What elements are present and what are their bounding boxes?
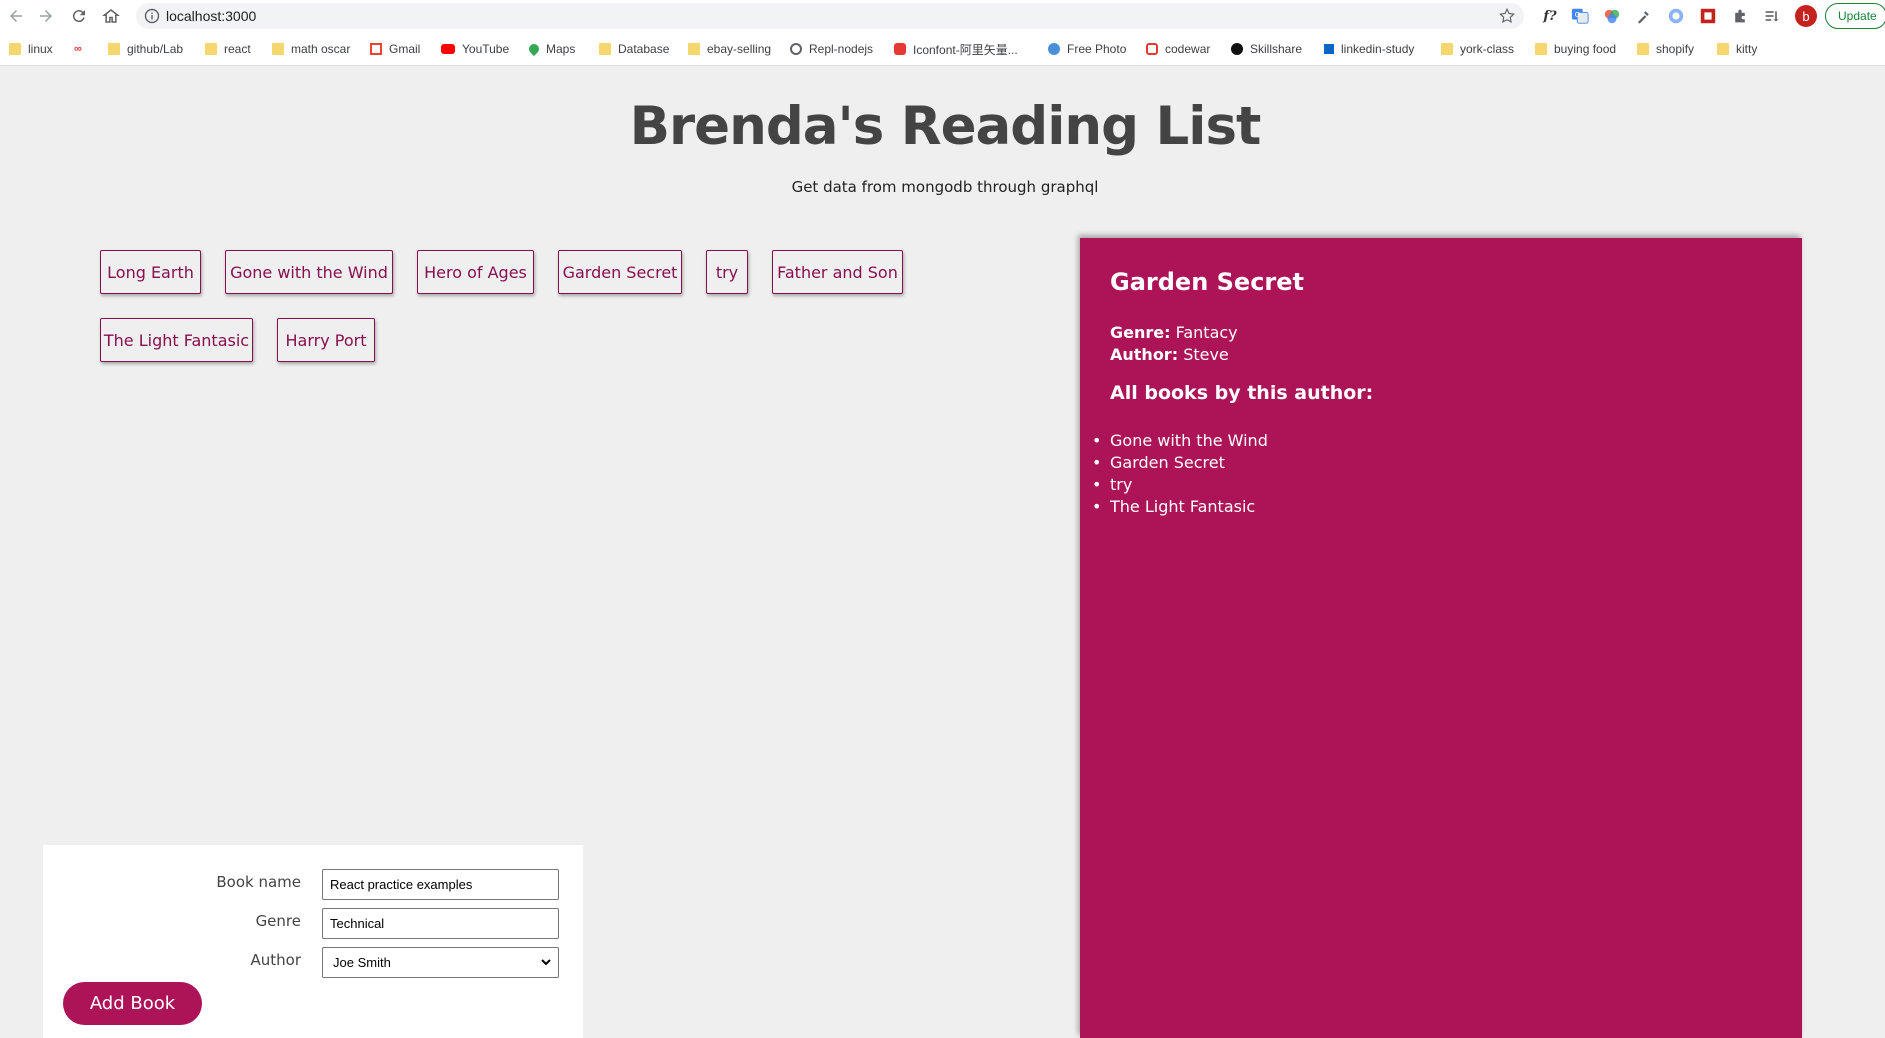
- details-title: Garden Secret: [1110, 268, 1305, 296]
- book-item[interactable]: Gone with the Wind: [225, 250, 393, 294]
- book-item[interactable]: Harry Port: [277, 318, 375, 362]
- repl-icon: [790, 43, 802, 55]
- bookmark-maps[interactable]: Maps: [526, 40, 575, 58]
- bookmark-youtube[interactable]: YouTube: [441, 40, 509, 58]
- bookmark-iconfont[interactable]: Iconfont-阿里矢量...: [894, 40, 1018, 58]
- folder-icon: [1535, 43, 1547, 55]
- reading-list-icon[interactable]: [1762, 6, 1782, 26]
- bookmark-york-class[interactable]: york-class: [1441, 40, 1514, 58]
- color-picker-extension-icon[interactable]: [1602, 6, 1622, 26]
- back-arrow-icon[interactable]: [4, 4, 28, 28]
- address-bar[interactable]: localhost:3000: [136, 3, 1524, 29]
- url-text[interactable]: localhost:3000: [166, 8, 256, 24]
- author-select-value: Joe Smith: [333, 955, 391, 970]
- profile-avatar[interactable]: b: [1795, 5, 1817, 27]
- book-item[interactable]: Long Earth: [100, 250, 201, 294]
- reload-icon[interactable]: [67, 4, 91, 28]
- forward-arrow-icon[interactable]: [34, 4, 58, 28]
- bookmark-math-oscar[interactable]: math oscar: [272, 40, 350, 58]
- genre-label: Genre: [255, 912, 301, 930]
- image-extension-icon[interactable]: [1698, 6, 1718, 26]
- app-icon: ∞: [74, 43, 82, 55]
- bookmark-gmail[interactable]: Gmail: [370, 40, 420, 58]
- bookmark-buying-food[interactable]: buying food: [1535, 40, 1616, 58]
- photo-icon: [1048, 43, 1060, 55]
- bookmark-database[interactable]: Database: [599, 40, 669, 58]
- info-icon[interactable]: [144, 8, 160, 24]
- bookmark-star-icon[interactable]: [1498, 7, 1516, 25]
- bookmark-skillshare[interactable]: Skillshare: [1231, 40, 1302, 58]
- bookmark-linux[interactable]: linux: [9, 40, 53, 58]
- author-label: Author: [250, 951, 301, 969]
- svg-text:G: G: [1575, 10, 1581, 19]
- shield-extension-icon[interactable]: [1666, 6, 1686, 26]
- bookmark-ebay-selling[interactable]: ebay-selling: [688, 40, 771, 58]
- bookmark-repl-nodejs[interactable]: Repl-nodejs: [790, 40, 873, 58]
- page-title: Brenda's Reading List: [629, 96, 1262, 157]
- add-book-form: Book name Genre Author Joe Smith Add Boo…: [43, 845, 583, 1038]
- bookmark-react[interactable]: react: [205, 40, 251, 58]
- book-name-label: Book name: [216, 873, 301, 891]
- browser-toolbar: localhost:3000 f? G b Update: [0, 0, 1885, 32]
- folder-icon: [9, 43, 21, 55]
- page-subtitle: Get data from mongodb through graphql: [791, 178, 1099, 196]
- bookmark-shopify[interactable]: shopify: [1637, 40, 1694, 58]
- codewars-icon: [1146, 43, 1158, 55]
- book-item[interactable]: Garden Secret: [558, 250, 682, 294]
- linkedin-icon: [1324, 44, 1334, 54]
- bookmark-app[interactable]: ∞: [74, 40, 93, 58]
- book-item[interactable]: try: [706, 250, 748, 294]
- book-name-input[interactable]: [322, 869, 559, 900]
- folder-icon: [688, 43, 700, 55]
- bookmark-free-photo[interactable]: Free Photo: [1048, 40, 1126, 58]
- eyedropper-extension-icon[interactable]: [1634, 6, 1654, 26]
- book-name-row: Book name: [43, 869, 583, 901]
- book-item[interactable]: Hero of Ages: [417, 250, 534, 294]
- home-icon[interactable]: [99, 4, 123, 28]
- puzzle-extensions-icon[interactable]: [1730, 6, 1750, 26]
- folder-icon: [1637, 43, 1649, 55]
- maps-icon: [526, 41, 542, 57]
- details-genre: Genre: Fantacy: [1110, 323, 1238, 342]
- details-meta: Genre: Fantacy Author: Steve: [1110, 322, 1772, 366]
- skillshare-icon: [1231, 43, 1243, 55]
- genre-row: Genre: [43, 908, 583, 940]
- author-books-heading: All books by this author:: [1110, 382, 1374, 404]
- bookmark-linkedin-study[interactable]: linkedin-study: [1324, 40, 1414, 58]
- list-item: try: [1092, 474, 1772, 496]
- translate-extension-icon[interactable]: G: [1570, 6, 1590, 26]
- folder-icon: [108, 43, 120, 55]
- author-books-list: Gone with the Wind Garden Secret try The…: [1092, 430, 1772, 518]
- bookmark-github-lab[interactable]: github/Lab: [108, 40, 183, 58]
- youtube-icon: [441, 44, 455, 54]
- update-button[interactable]: Update: [1825, 3, 1885, 29]
- add-book-button[interactable]: Add Book: [63, 982, 202, 1025]
- folder-icon: [272, 43, 284, 55]
- folder-icon: [1717, 43, 1729, 55]
- details-author: Author: Steve: [1110, 345, 1229, 364]
- book-item[interactable]: The Light Fantasic: [100, 318, 253, 362]
- iconfont-icon: [894, 43, 906, 55]
- book-item[interactable]: Father and Son: [772, 250, 903, 294]
- chevron-down-icon: [541, 959, 551, 966]
- book-details-panel: Garden Secret Genre: Fantacy Author: Ste…: [1080, 238, 1802, 1038]
- bookmarks-bar: linux ∞ github/Lab react math oscar Gmai…: [0, 32, 1885, 66]
- author-row: Author Joe Smith: [43, 947, 583, 979]
- formula-extension-icon[interactable]: f?: [1540, 6, 1560, 26]
- list-item: The Light Fantasic: [1092, 496, 1772, 518]
- folder-icon: [205, 43, 217, 55]
- genre-input[interactable]: [322, 908, 559, 939]
- folder-icon: [599, 43, 611, 55]
- bookmark-kitty[interactable]: kitty: [1717, 40, 1757, 58]
- gmail-icon: [370, 43, 382, 55]
- list-item: Gone with the Wind: [1092, 430, 1772, 452]
- list-item: Garden Secret: [1092, 452, 1772, 474]
- bookmark-codewar[interactable]: codewar: [1146, 40, 1210, 58]
- folder-icon: [1441, 43, 1453, 55]
- author-select[interactable]: Joe Smith: [322, 947, 559, 978]
